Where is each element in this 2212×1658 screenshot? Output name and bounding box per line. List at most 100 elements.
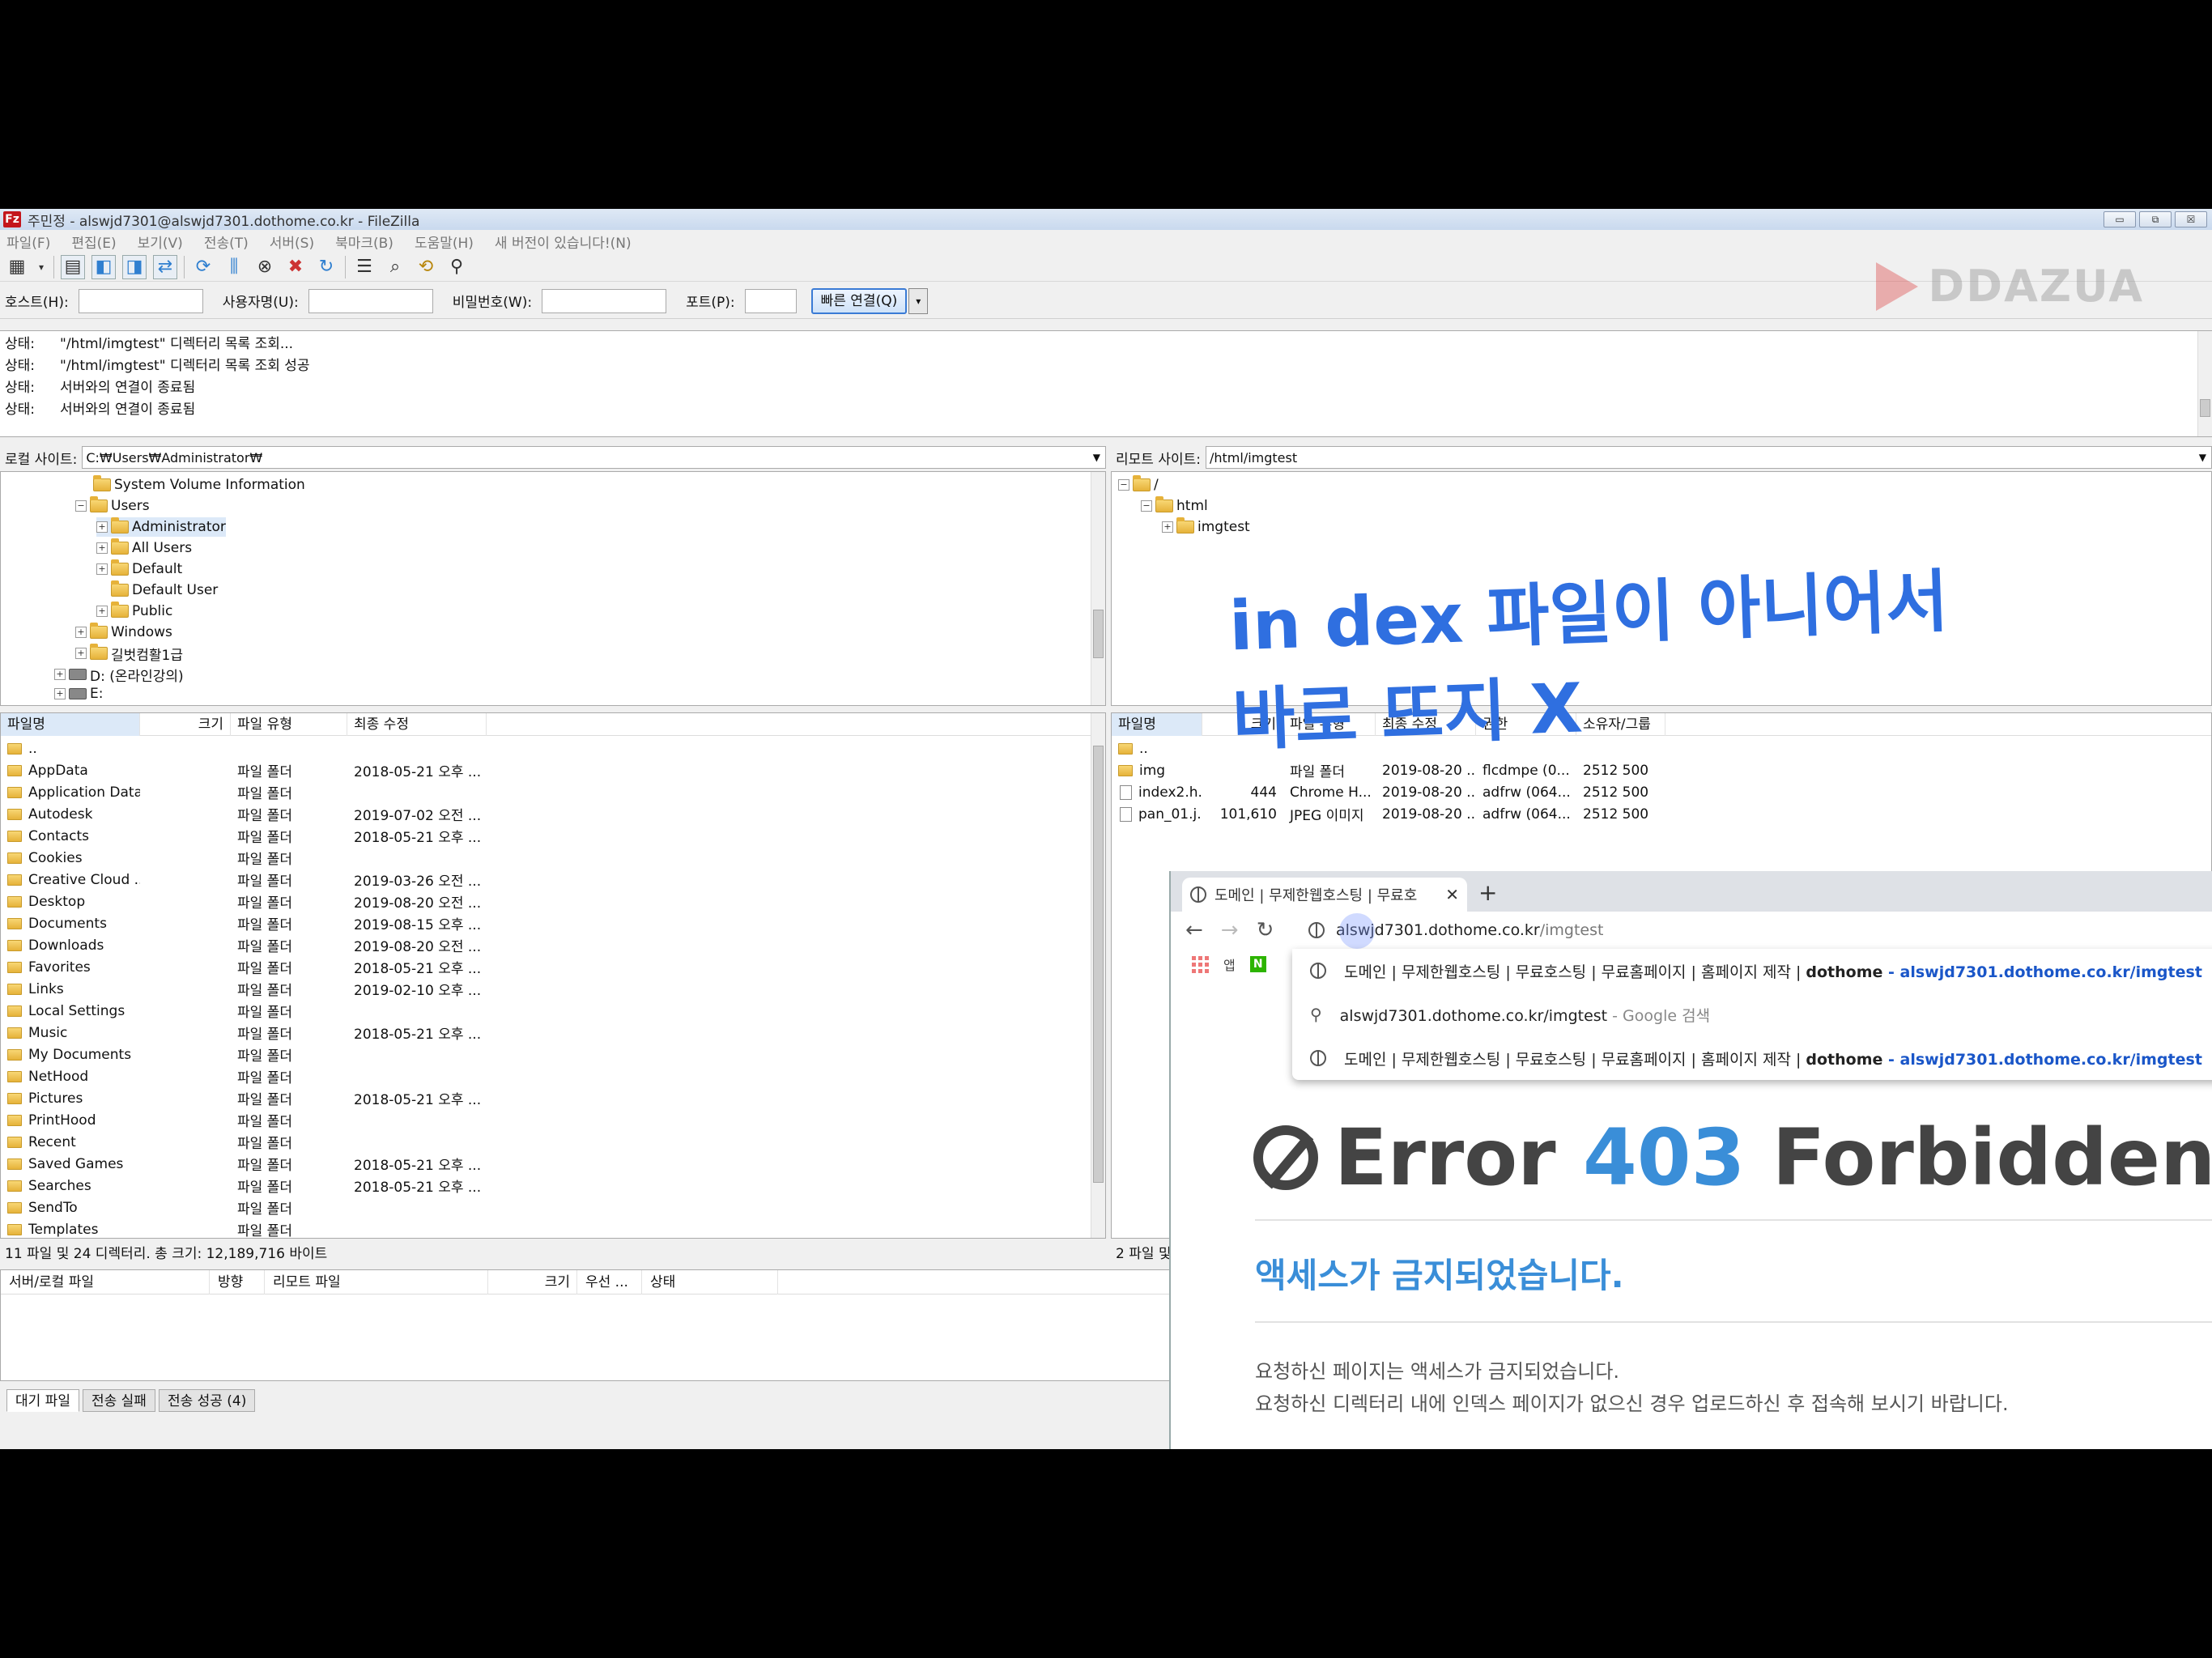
compare-icon[interactable]: ⌕: [383, 255, 407, 279]
chrome-tab[interactable]: 도메인 | 무제한웹호스팅 | 무료호 ✕: [1182, 878, 1467, 912]
tree-item[interactable]: + Public: [96, 602, 172, 621]
table-row[interactable]: Pictures 파일 폴더 2018-05-21 오후 ...: [1, 1087, 487, 1109]
table-row[interactable]: Documents 파일 폴더 2019-08-15 오후 ...: [1, 912, 487, 934]
tree-item[interactable]: + 길벗컴활1급: [75, 644, 183, 664]
apps-grid-icon[interactable]: [1192, 955, 1209, 973]
reconnect-icon[interactable]: ↻: [314, 255, 338, 279]
expand-icon[interactable]: +: [1162, 521, 1173, 533]
tree-item[interactable]: System Volume Information: [93, 475, 305, 495]
minimize-button[interactable]: ▭: [2104, 211, 2136, 227]
col-remote-file[interactable]: 리모트 파일: [265, 1269, 488, 1295]
col-filename[interactable]: 파일명: [1, 713, 140, 736]
table-row[interactable]: index2.h...444Chrome H...2019-08-20 ...a…: [1112, 781, 1665, 803]
toggle-queue-icon[interactable]: ⇄: [153, 254, 177, 279]
maximize-button[interactable]: ⧉: [2139, 211, 2172, 227]
col-queue-status[interactable]: 상태: [642, 1269, 778, 1295]
menu-new-version[interactable]: 새 버전이 있습니다!(N): [495, 232, 632, 252]
table-row[interactable]: Autodesk 파일 폴더 2019-07-02 오전 ...: [1, 803, 487, 825]
col-queue-size[interactable]: 크기: [488, 1269, 577, 1295]
menu-transfer[interactable]: 전송(T): [204, 232, 249, 252]
cancel-icon[interactable]: ⊗: [253, 255, 277, 279]
new-tab-button[interactable]: +: [1478, 879, 1497, 906]
host-input[interactable]: [78, 288, 203, 313]
suggestion-item[interactable]: ⚲ alswjd7301.dothome.co.kr/imgtest - Goo…: [1292, 993, 2212, 1036]
refresh-icon[interactable]: ⟳: [191, 255, 215, 279]
col-size[interactable]: 크기: [140, 713, 231, 736]
tab-successful-transfers[interactable]: 전송 성공 (4): [158, 1389, 256, 1412]
table-row[interactable]: Cookies 파일 폴더: [1, 847, 487, 869]
collapse-icon[interactable]: −: [75, 500, 87, 512]
suggestion-item[interactable]: 도메인 | 무제한웹호스팅 | 무료호스팅 | 무료홈페이지 | 홈페이지 제작…: [1292, 949, 2212, 993]
col-direction[interactable]: 방향: [210, 1269, 265, 1295]
col-priority[interactable]: 우선 ...: [577, 1269, 642, 1295]
expand-icon[interactable]: +: [96, 521, 108, 533]
expand-icon[interactable]: +: [54, 688, 66, 699]
table-row[interactable]: Creative Cloud ... 파일 폴더 2019-03-26 오전 ...: [1, 869, 487, 891]
expand-icon[interactable]: +: [75, 627, 87, 638]
menu-file[interactable]: 파일(F): [6, 232, 50, 252]
table-row[interactable]: Saved Games 파일 폴더 2018-05-21 오후 ...: [1, 1153, 487, 1175]
forward-icon[interactable]: →: [1221, 918, 1239, 942]
local-list-scrollbar[interactable]: [1091, 713, 1105, 1238]
table-row[interactable]: Local Settings 파일 폴더: [1, 1000, 487, 1022]
tree-item-selected[interactable]: + imgtest: [1162, 517, 1250, 537]
chevron-down-icon[interactable]: ▼: [1093, 452, 1105, 463]
filter-icon[interactable]: ☰: [352, 255, 376, 279]
search-files-icon[interactable]: ⚲: [445, 255, 469, 279]
username-input[interactable]: [308, 288, 433, 313]
toggle-remote-tree-icon[interactable]: ◨: [122, 254, 147, 279]
table-row[interactable]: Links 파일 폴더 2019-02-10 오후 ...: [1, 978, 487, 1000]
table-row[interactable]: ..: [1, 738, 487, 759]
table-row[interactable]: img 파일 폴더 2019-08-20 ... flcdmpe (0... 2512 …: [1112, 759, 1665, 781]
expand-icon[interactable]: +: [96, 606, 108, 617]
tree-item[interactable]: − Users: [75, 496, 150, 516]
col-server-local-file[interactable]: 서버/로컬 파일: [1, 1269, 210, 1295]
site-manager-dropdown-icon[interactable]: ▾: [36, 255, 47, 279]
col-type[interactable]: 파일 유형: [231, 713, 347, 736]
tree-item-selected[interactable]: + Administrator: [96, 517, 226, 537]
col-filename[interactable]: 파일명: [1112, 713, 1202, 736]
site-manager-icon[interactable]: ▦: [5, 255, 29, 279]
log-scrollbar[interactable]: [2197, 331, 2212, 436]
table-row[interactable]: PrintHood 파일 폴더: [1, 1109, 487, 1131]
collapse-icon[interactable]: −: [1141, 500, 1152, 512]
table-row[interactable]: Templates 파일 폴더: [1, 1218, 487, 1238]
expand-icon[interactable]: +: [75, 648, 87, 659]
chevron-down-icon[interactable]: ▼: [2199, 452, 2211, 463]
table-row[interactable]: SendTo 파일 폴더: [1, 1197, 487, 1218]
address-bar[interactable]: alswjd7301.dothome.co.kr/imgtest: [1292, 913, 2212, 947]
menu-server[interactable]: 서버(S): [270, 232, 314, 252]
local-path-input[interactable]: C:₩Users₩Administrator₩ ▼: [82, 446, 1106, 469]
table-row[interactable]: NetHood 파일 폴더: [1, 1065, 487, 1087]
expand-icon[interactable]: +: [96, 542, 108, 554]
quickconnect-button[interactable]: 빠른 연결(Q): [810, 287, 908, 314]
quickconnect-dropdown[interactable]: ▾: [908, 287, 929, 314]
table-row[interactable]: AppData 파일 폴더 2018-05-21 오후 ...: [1, 759, 487, 781]
process-queue-icon[interactable]: ⫼: [222, 255, 246, 279]
reload-icon[interactable]: ↻: [1257, 918, 1274, 942]
port-input[interactable]: [744, 288, 797, 313]
tree-item[interactable]: + Default: [96, 559, 182, 579]
menu-view[interactable]: 보기(V): [138, 232, 183, 252]
table-row[interactable]: Recent 파일 폴더: [1, 1131, 487, 1153]
suggestion-item[interactable]: 도메인 | 무제한웹호스팅 | 무료호스팅 | 무료홈페이지 | 홈페이지 제작…: [1292, 1036, 2212, 1080]
menu-bookmarks[interactable]: 북마크(B): [335, 232, 393, 252]
tree-item[interactable]: − html: [1141, 496, 1208, 516]
tree-item[interactable]: + Windows: [75, 623, 172, 642]
naver-icon[interactable]: N: [1249, 956, 1266, 972]
table-row[interactable]: Searches 파일 폴더 2018-05-21 오후 ...: [1, 1175, 487, 1197]
back-icon[interactable]: ←: [1185, 918, 1203, 942]
password-input[interactable]: [542, 288, 667, 313]
collapse-icon[interactable]: −: [1118, 479, 1129, 491]
tab-failed-transfers[interactable]: 전송 실패: [82, 1389, 155, 1412]
bookmark-apps[interactable]: 앱: [1223, 954, 1236, 974]
menu-help[interactable]: 도움말(H): [415, 232, 474, 252]
table-row[interactable]: Downloads 파일 폴더 2019-08-20 오전 ...: [1, 934, 487, 956]
table-row[interactable]: Favorites 파일 폴더 2018-05-21 오후 ...: [1, 956, 487, 978]
table-row[interactable]: Desktop 파일 폴더 2019-08-20 오전 ...: [1, 891, 487, 912]
tree-item[interactable]: + D: (온라인강의): [54, 665, 184, 685]
toggle-local-tree-icon[interactable]: ◧: [91, 254, 116, 279]
toggle-log-icon[interactable]: ▤: [61, 254, 85, 279]
disconnect-icon[interactable]: ✖: [283, 255, 308, 279]
col-modified[interactable]: 최종 수정: [347, 713, 487, 736]
